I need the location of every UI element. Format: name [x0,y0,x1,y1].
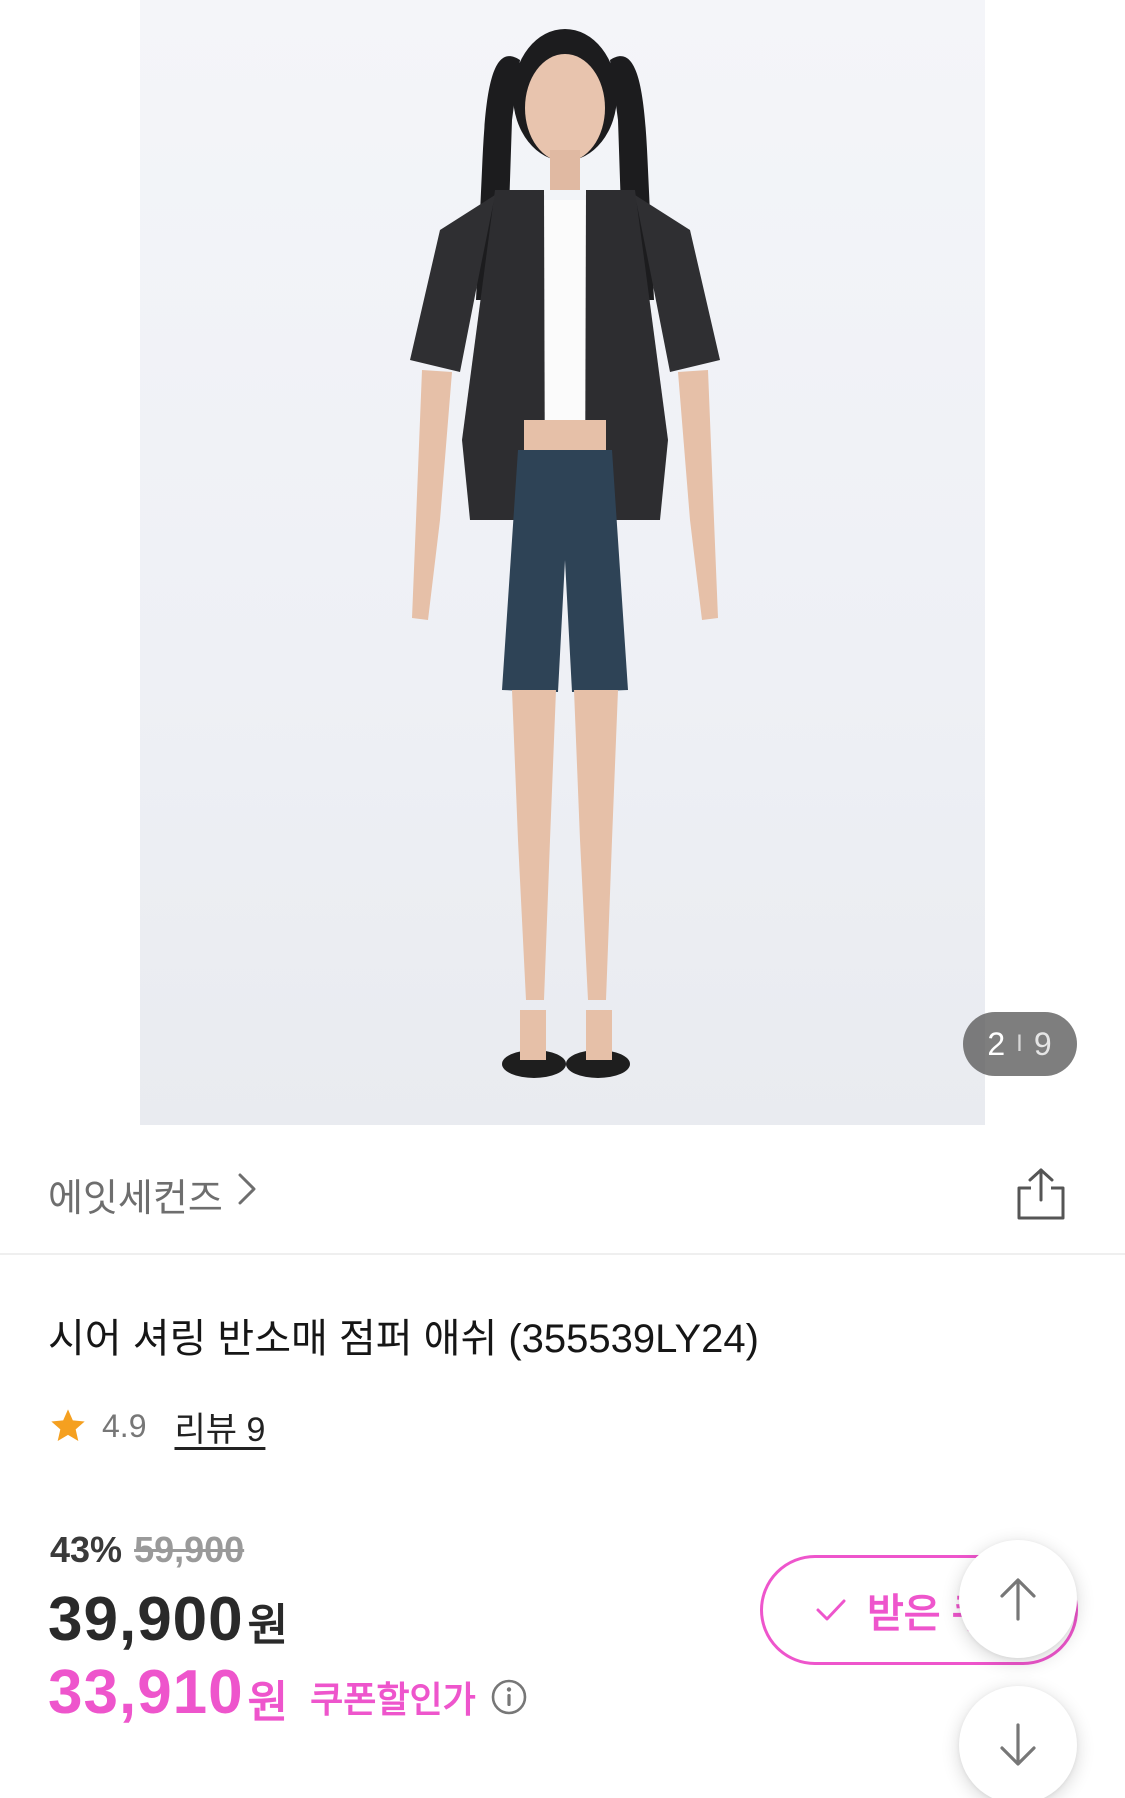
model-illustration [410,29,720,1078]
coupon-price-value: 33,910 [48,1657,244,1727]
coupon-price-unit: 원 [247,1678,289,1727]
coupon-price-label: 쿠폰할인가 [310,1679,476,1720]
image-counter: 2 I 9 [963,1012,1077,1076]
scroll-bottom-button[interactable] [959,1686,1077,1798]
chevron-right-icon [237,1172,257,1216]
discount-line: 43% 59,900 [50,1528,244,1572]
product-photo[interactable] [140,0,985,1125]
product-title: 시어 셔링 반소매 점퍼 애쉬 (355539LY24) [48,1317,759,1361]
sale-price: 39,900 원 [48,1584,288,1654]
original-price: 59,900 [134,1529,245,1570]
arrow-down-icon [1000,1723,1036,1766]
brand-link[interactable]: 에잇세컨즈 [48,1169,257,1220]
brand-name: 에잇세컨즈 [48,1177,223,1220]
share-button[interactable] [1015,1166,1067,1222]
star-icon [51,1409,85,1441]
product-gallery[interactable]: 2 I 9 [0,0,1125,1125]
brand-row: 에잇세컨즈 [0,1125,1125,1255]
share-icon [1017,1168,1065,1220]
arrow-up-icon [1000,1578,1036,1621]
image-counter-separator: I [1016,1030,1024,1057]
sale-price-value: 39,900 [48,1585,244,1654]
info-icon[interactable] [490,1678,528,1716]
image-counter-current: 2 [987,1025,1007,1062]
review-link[interactable]: 리뷰 9 [174,1402,265,1451]
image-counter-total: 9 [1033,1025,1053,1062]
coupon-price: 33,910 원 쿠폰할인가 [48,1656,528,1728]
rating-score: 4.9 [102,1407,147,1444]
rating-row: 4.9 리뷰 9 [48,1402,265,1451]
scroll-top-button[interactable] [959,1540,1077,1658]
discount-rate: 43% [50,1529,123,1570]
check-icon [816,1599,846,1621]
sale-price-unit: 원 [247,1601,289,1650]
product-detail-page: 2 I 9 에잇세컨즈 시어 셔링 반소매 점퍼 애쉬 (355539LY24) [0,0,1125,1798]
